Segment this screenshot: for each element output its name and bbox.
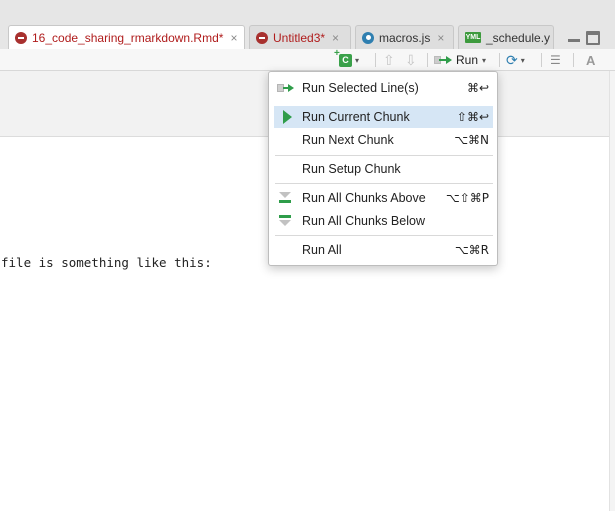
- play-icon: [274, 106, 302, 128]
- menu-item-shortcut: ⌘↩: [466, 81, 489, 95]
- menu-item-label: Run Selected Line(s): [302, 81, 419, 95]
- yaml-file-icon: YML: [465, 32, 481, 43]
- editor-code-line: file is something like this:: [1, 255, 212, 270]
- run-arrow-icon: [434, 55, 452, 65]
- tab-16-code-sharing-rmarkdown[interactable]: 16_code_sharing_rmarkdown.Rmd* ×: [8, 25, 245, 50]
- arrow-down-icon: ⇩: [405, 51, 417, 68]
- menu-item-run-all-chunks-above[interactable]: Run All Chunks Above ⌥⇧⌘P: [274, 187, 493, 209]
- tab-untitled3[interactable]: Untitled3* ×: [249, 25, 351, 49]
- menu-item-label: Run Next Chunk: [302, 133, 394, 147]
- insert-chunk-button[interactable]: C ▾: [334, 48, 360, 71]
- menu-item-run-all-chunks-below[interactable]: Run All Chunks Below: [274, 210, 493, 232]
- menu-item-label: Run All Chunks Below: [302, 214, 425, 228]
- rmarkdown-file-icon: [15, 32, 27, 44]
- tab-label: 16_code_sharing_rmarkdown.Rmd*: [32, 31, 224, 45]
- maximize-pane-icon[interactable]: [586, 31, 600, 45]
- menu-item-run-next-chunk[interactable]: Run Next Chunk ⌥⌘N: [274, 129, 493, 151]
- arrow-up-icon: ⇧: [383, 51, 395, 68]
- menu-separator: [275, 155, 493, 156]
- rerun-icon: ⟳: [506, 51, 518, 68]
- menu-item-shortcut: ⇧⌘↩: [456, 110, 489, 124]
- tab-label: macros.js: [379, 30, 431, 45]
- tab-schedule-yml[interactable]: YML _schedule.y: [458, 25, 554, 49]
- outline-icon: ☰: [550, 53, 561, 67]
- toolbar-divider: [375, 53, 376, 67]
- toolbar-divider: [427, 53, 428, 67]
- chevron-down-icon: ▾: [482, 55, 487, 65]
- menu-item-label: Run Current Chunk: [302, 110, 410, 124]
- menu-item-shortcut: ⌥⌘R: [454, 243, 489, 257]
- editor-tab-bar: 16_code_sharing_rmarkdown.Rmd* × Untitle…: [0, 0, 615, 50]
- next-chunk-button[interactable]: ⇩: [405, 49, 417, 71]
- rmarkdown-file-icon: [256, 31, 268, 44]
- menu-item-run-setup-chunk[interactable]: Run Setup Chunk: [274, 158, 493, 180]
- run-button-label: Run: [456, 53, 479, 67]
- menu-item-shortcut: ⌥⌘N: [454, 133, 489, 147]
- menu-separator: [275, 183, 493, 184]
- menu-item-label: Run Setup Chunk: [302, 162, 401, 176]
- run-button[interactable]: Run ▾: [434, 49, 486, 71]
- menu-separator: [275, 235, 493, 236]
- toolbar-divider: [573, 53, 574, 67]
- minimize-pane-icon[interactable]: [567, 31, 581, 45]
- run-selected-icon: [274, 77, 302, 99]
- toolbar-divider: [541, 53, 542, 67]
- tab-macros-js[interactable]: macros.js ×: [355, 25, 454, 49]
- javascript-file-icon: [362, 31, 374, 44]
- run-dropdown-menu: Run Selected Line(s) ⌘↩ Run Current Chun…: [268, 71, 498, 266]
- menu-item-run-selected-lines[interactable]: Run Selected Line(s) ⌘↩: [274, 77, 493, 99]
- spell-check-icon: A: [586, 52, 596, 68]
- close-icon[interactable]: ×: [332, 31, 339, 45]
- insert-code-chunk-icon: C: [334, 48, 352, 67]
- run-below-icon: [274, 210, 302, 232]
- editor-scrollbar[interactable]: [609, 71, 615, 511]
- editor-toolbar: C ▾ ⇧ ⇩ Run ▾ ⟳ ▾ ☰ A: [0, 48, 615, 71]
- menu-item-shortcut: ⌥⇧⌘P: [445, 191, 489, 205]
- previous-chunk-button[interactable]: ⇧: [383, 49, 395, 71]
- rerun-button[interactable]: ⟳ ▾: [506, 49, 525, 71]
- menu-item-label: Run All Chunks Above: [302, 191, 426, 205]
- menu-item-run-current-chunk[interactable]: Run Current Chunk ⇧⌘↩: [274, 106, 493, 128]
- tab-label: _schedule.y: [486, 30, 551, 45]
- toolbar-divider: [499, 53, 500, 67]
- close-icon[interactable]: ×: [230, 31, 237, 45]
- tab-label: Untitled3*: [273, 30, 326, 45]
- chevron-down-icon: ▾: [520, 55, 525, 65]
- menu-item-run-all[interactable]: Run All ⌥⌘R: [274, 239, 493, 261]
- run-above-icon: [274, 187, 302, 209]
- chevron-down-icon: ▾: [355, 55, 360, 65]
- spell-check-button[interactable]: A: [586, 49, 595, 71]
- show-document-outline-button[interactable]: ☰: [550, 49, 561, 71]
- menu-item-label: Run All: [302, 243, 342, 257]
- close-icon[interactable]: ×: [437, 31, 444, 45]
